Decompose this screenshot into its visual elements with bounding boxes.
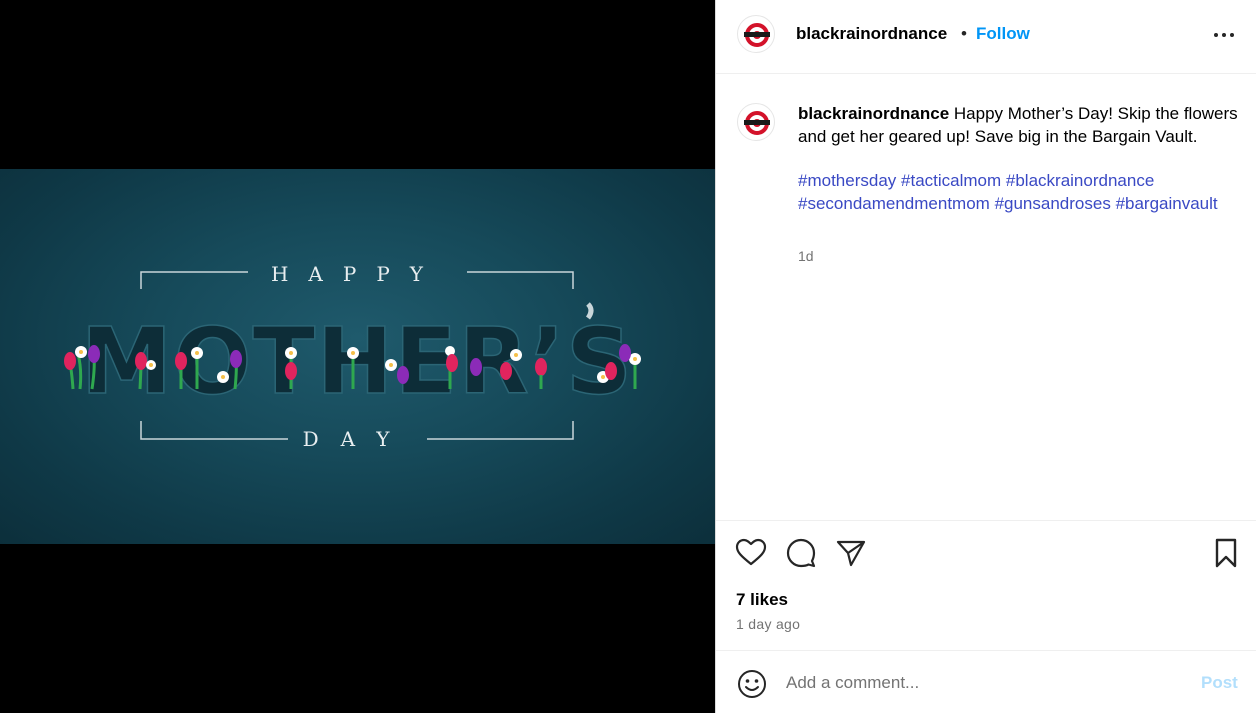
post-caption: blackrainordnance Happy Mother’s Day! Sk… <box>798 103 1243 148</box>
caption-timestamp[interactable]: 1d <box>798 248 814 264</box>
post-header: blackrainordnance • Follow <box>716 0 1256 74</box>
more-options-icon[interactable] <box>1210 22 1238 48</box>
hashtag-link[interactable]: #secondamendmentmom <box>798 194 990 213</box>
post-details-panel: blackrainordnance • Follow blackrainordn… <box>715 0 1256 713</box>
post-comment-button[interactable]: Post <box>1201 673 1238 693</box>
banner-happy-text: HAPPY <box>271 262 443 286</box>
bookmark-icon[interactable] <box>1210 537 1242 569</box>
share-icon[interactable] <box>835 537 867 569</box>
emoji-icon[interactable] <box>736 668 768 700</box>
hashtag-link[interactable]: #tacticalmom <box>901 171 1001 190</box>
comment-bar: Post <box>716 650 1256 713</box>
follow-button[interactable]: Follow <box>976 24 1030 44</box>
header-separator: • <box>961 24 967 43</box>
hashtag-link[interactable]: #gunsandroses <box>995 194 1111 213</box>
hashtag-link[interactable]: #bargainvault <box>1116 194 1218 213</box>
comment-icon[interactable] <box>785 537 817 569</box>
post-media[interactable]: HAPPY MOTHER’S DAY <box>0 0 715 713</box>
caption-username[interactable]: blackrainordnance <box>798 104 949 123</box>
caption-avatar[interactable] <box>737 103 775 141</box>
header-username[interactable]: blackrainordnance <box>796 24 947 44</box>
avatar-logo-icon <box>744 111 770 135</box>
profile-avatar[interactable] <box>737 15 775 53</box>
hashtag-link[interactable]: #mothersday <box>798 171 896 190</box>
mothers-day-banner: HAPPY MOTHER’S DAY <box>0 169 715 544</box>
caption-hashtags: #mothersday #tacticalmom #blackrainordna… <box>798 170 1243 215</box>
post-actions: 7 likes 1 day ago <box>716 520 1256 650</box>
banner-mothers-text: MOTHER’S <box>81 308 633 415</box>
heart-icon[interactable] <box>735 537 767 569</box>
avatar-logo-icon <box>744 23 770 47</box>
likes-count[interactable]: 7 likes <box>736 590 788 610</box>
comment-input[interactable] <box>786 669 1186 697</box>
hashtag-link[interactable]: #blackrainordnance <box>1006 171 1154 190</box>
post-timestamp: 1 day ago <box>736 616 801 632</box>
banner-day-text: DAY <box>303 427 412 451</box>
banner-art: HAPPY MOTHER’S DAY <box>64 262 641 451</box>
